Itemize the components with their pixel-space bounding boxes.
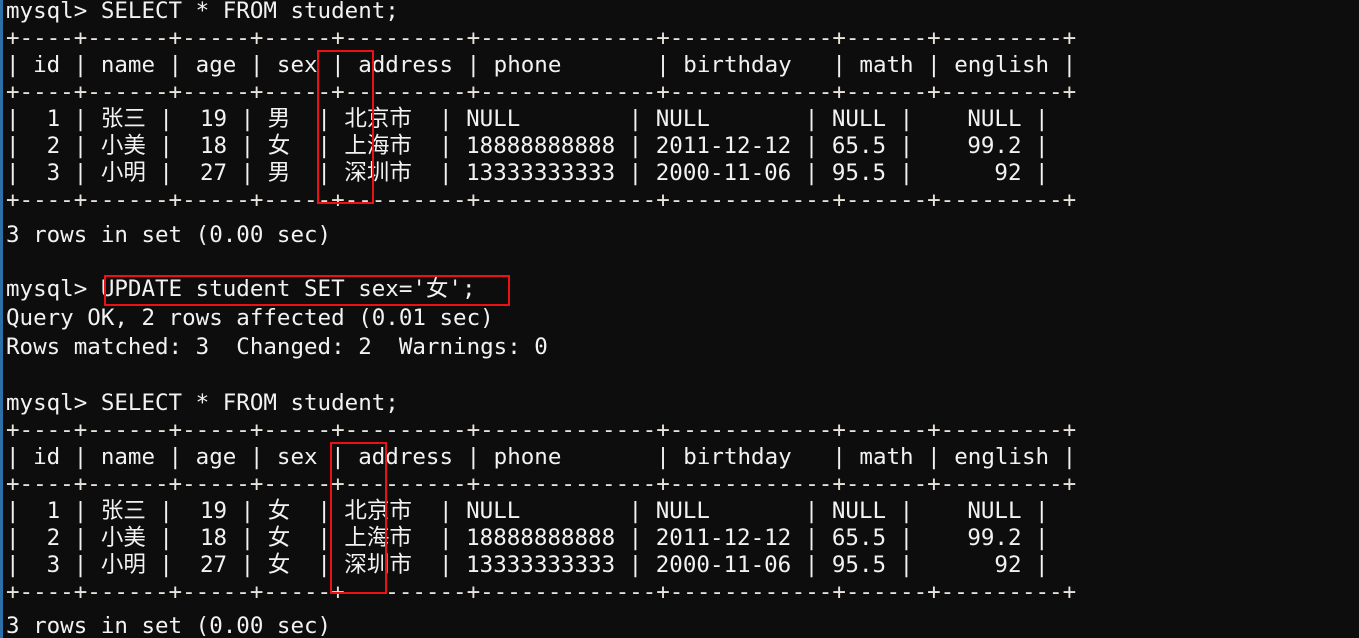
prompt-line-select-first: mysql> SELECT * FROM student;: [6, 0, 399, 25]
status-rows-matched: Rows matched: 3 Changed: 2 Warnings: 0: [6, 334, 548, 361]
table-row: | 3 | 小明 | 27 | 女 | 深圳市 | 13333333333 | …: [6, 552, 1049, 579]
prompt-line-select-second: mysql> SELECT * FROM student;: [6, 390, 399, 417]
table-separator-top-2: +----+------+-----+-----+---------+-----…: [6, 417, 1076, 444]
status-rows-in-set-2: 3 rows in set (0.00 sec): [6, 613, 331, 638]
status-query-ok: Query OK, 2 rows affected (0.01 sec): [6, 305, 494, 332]
table-header-row-1: | id | name | age | sex | address | phon…: [6, 52, 1076, 79]
table-row: | 1 | 张三 | 19 | 女 | 北京市 | NULL | NULL | …: [6, 498, 1049, 525]
table-row: | 2 | 小美 | 18 | 女 | 上海市 | 18888888888 | …: [6, 525, 1049, 552]
table-header-row-2: | id | name | age | sex | address | phon…: [6, 444, 1076, 471]
table-row: | 1 | 张三 | 19 | 男 | 北京市 | NULL | NULL | …: [6, 106, 1049, 133]
table-separator-bottom-2: +----+------+-----+-----+---------+-----…: [6, 579, 1076, 606]
prompt-line-update: mysql> UPDATE student SET sex='女';: [6, 276, 476, 303]
table-separator-bottom-1: +----+------+-----+-----+---------+-----…: [6, 187, 1076, 214]
table-separator-mid-1: +----+------+-----+-----+---------+-----…: [6, 79, 1076, 106]
mysql-terminal-window[interactable]: mysql> SELECT * FROM student; +----+----…: [0, 0, 1359, 638]
status-rows-in-set-1: 3 rows in set (0.00 sec): [6, 222, 331, 249]
table-separator-mid-2: +----+------+-----+-----+---------+-----…: [6, 471, 1076, 498]
table-row: | 2 | 小美 | 18 | 女 | 上海市 | 18888888888 | …: [6, 133, 1049, 160]
table-row: | 3 | 小明 | 27 | 男 | 深圳市 | 13333333333 | …: [6, 160, 1049, 187]
table-separator-top-1: +----+------+-----+-----+---------+-----…: [6, 25, 1076, 52]
